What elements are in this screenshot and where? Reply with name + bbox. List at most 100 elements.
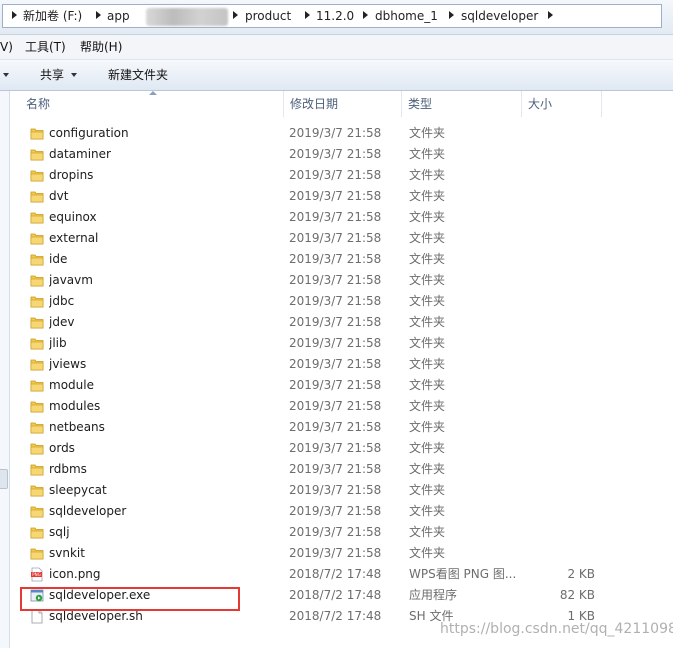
file-size xyxy=(524,396,595,417)
menu-tools[interactable]: 工具(T) xyxy=(25,40,66,54)
file-size xyxy=(524,438,595,459)
file-row[interactable]: dvt 2019/3/7 21:58 文件夹 xyxy=(10,186,673,207)
file-date: 2019/3/7 21:58 xyxy=(289,483,382,497)
folder-icon xyxy=(30,483,44,498)
file-date: 2019/3/7 21:58 xyxy=(289,147,382,161)
column-header: 名称 修改日期 类型 大小 xyxy=(10,91,673,117)
file-type: 文件夹 xyxy=(409,252,446,266)
file-name: ide xyxy=(49,252,68,266)
png-file-icon: PNG xyxy=(30,567,44,582)
column-name[interactable]: 名称 xyxy=(20,91,284,117)
crumb-dbhome[interactable]: dbhome_1 xyxy=(375,8,438,24)
chevron-right-icon[interactable] xyxy=(363,11,368,19)
chevron-down-icon[interactable] xyxy=(71,73,77,77)
file-size xyxy=(524,123,595,144)
file-date: 2018/7/2 17:48 xyxy=(289,567,382,581)
file-date: 2019/3/7 21:58 xyxy=(289,441,382,455)
folder-icon xyxy=(30,315,44,330)
menu-view-partial[interactable]: V) xyxy=(0,40,13,54)
chevron-right-icon[interactable] xyxy=(305,11,310,19)
crumb-app[interactable]: app xyxy=(107,8,130,24)
column-type[interactable]: 类型 xyxy=(402,91,522,117)
folder-icon xyxy=(30,462,44,477)
navigation-pane[interactable] xyxy=(0,91,10,648)
file-date: 2018/7/2 17:48 xyxy=(289,609,382,623)
file-type: 文件夹 xyxy=(409,483,446,497)
folder-icon xyxy=(30,210,44,225)
folder-icon xyxy=(30,252,44,267)
crumb-drive[interactable]: 新加卷 (F:) xyxy=(23,8,82,24)
chevron-right-icon[interactable] xyxy=(12,11,17,19)
breadcrumb[interactable]: 新加卷 (F:) app product 11.2.0 dbhome_1 sql… xyxy=(2,4,662,28)
file-row[interactable]: module 2019/3/7 21:58 文件夹 xyxy=(10,375,673,396)
menu-help[interactable]: 帮助(H) xyxy=(80,40,122,54)
file-size: 82 KB xyxy=(559,588,595,602)
folder-icon xyxy=(30,357,44,372)
file-name: svnkit xyxy=(49,546,85,560)
file-row[interactable]: sqlj 2019/3/7 21:58 文件夹 xyxy=(10,522,673,543)
file-row[interactable]: jlib 2019/3/7 21:58 文件夹 xyxy=(10,333,673,354)
folder-icon xyxy=(30,231,44,246)
file-row[interactable]: rdbms 2019/3/7 21:58 文件夹 xyxy=(10,459,673,480)
chevron-right-icon[interactable] xyxy=(548,11,553,19)
file-size xyxy=(524,459,595,480)
file-size xyxy=(524,165,595,186)
file-row[interactable]: ords 2019/3/7 21:58 文件夹 xyxy=(10,438,673,459)
folder-icon xyxy=(30,420,44,435)
file-size xyxy=(524,543,595,564)
column-size[interactable]: 大小 xyxy=(522,91,602,117)
file-size xyxy=(524,144,595,165)
file-size xyxy=(524,228,595,249)
folder-icon xyxy=(30,504,44,519)
file-type: 文件夹 xyxy=(409,462,446,476)
file-row[interactable]: PNG icon.png 2018/7/2 17:48 WPS看图 PNG 图... 2… xyxy=(10,564,673,585)
file-type: 文件夹 xyxy=(409,504,446,518)
file-row[interactable]: jviews 2019/3/7 21:58 文件夹 xyxy=(10,354,673,375)
file-row[interactable]: equinox 2019/3/7 21:58 文件夹 xyxy=(10,207,673,228)
file-row[interactable]: svnkit 2019/3/7 21:58 文件夹 xyxy=(10,543,673,564)
file-row[interactable]: dataminer 2019/3/7 21:58 文件夹 xyxy=(10,144,673,165)
chevron-right-icon[interactable] xyxy=(233,11,238,19)
chevron-right-icon[interactable] xyxy=(96,11,101,19)
folder-icon xyxy=(30,168,44,183)
file-name: external xyxy=(49,231,99,245)
file-row[interactable]: configuration 2019/3/7 21:58 文件夹 xyxy=(10,123,673,144)
file-type: 文件夹 xyxy=(409,294,446,308)
column-date[interactable]: 修改日期 xyxy=(284,91,402,117)
folder-icon xyxy=(30,441,44,456)
file-row[interactable]: modules 2019/3/7 21:58 文件夹 xyxy=(10,396,673,417)
file-row[interactable]: javavm 2019/3/7 21:58 文件夹 xyxy=(10,270,673,291)
chevron-down-icon[interactable] xyxy=(3,73,9,77)
nav-scrollbar-thumb[interactable] xyxy=(0,469,8,489)
file-row[interactable]: ide 2019/3/7 21:58 文件夹 xyxy=(10,249,673,270)
file-row[interactable]: sqldeveloper 2019/3/7 21:58 文件夹 xyxy=(10,501,673,522)
new-folder-button[interactable]: 新建文件夹 xyxy=(108,68,168,82)
chevron-right-icon[interactable] xyxy=(449,11,454,19)
file-date: 2019/3/7 21:58 xyxy=(289,315,382,329)
crumb-product[interactable]: product xyxy=(245,8,291,24)
folder-icon xyxy=(30,546,44,561)
file-row[interactable]: netbeans 2019/3/7 21:58 文件夹 xyxy=(10,417,673,438)
file-row[interactable]: external 2019/3/7 21:58 文件夹 xyxy=(10,228,673,249)
file-row[interactable]: jdbc 2019/3/7 21:58 文件夹 xyxy=(10,291,673,312)
crumb-sqldeveloper[interactable]: sqldeveloper xyxy=(461,8,538,24)
folder-icon xyxy=(30,189,44,204)
file-date: 2019/3/7 21:58 xyxy=(289,336,382,350)
redacted-crumb xyxy=(146,8,228,26)
share-button[interactable]: 共享 xyxy=(40,68,64,82)
folder-icon xyxy=(30,378,44,393)
file-name: equinox xyxy=(49,210,97,224)
file-name: jdbc xyxy=(49,294,75,308)
file-name: javavm xyxy=(49,273,93,287)
file-row[interactable]: jdev 2019/3/7 21:58 文件夹 xyxy=(10,312,673,333)
file-type: WPS看图 PNG 图... xyxy=(409,567,517,581)
file-size xyxy=(524,417,595,438)
crumb-version[interactable]: 11.2.0 xyxy=(316,8,354,24)
watermark: https://blog.csdn.net/qq_42110985 xyxy=(440,621,673,637)
file-row[interactable]: dropins 2019/3/7 21:58 文件夹 xyxy=(10,165,673,186)
file-size xyxy=(524,312,595,333)
file-type: 文件夹 xyxy=(409,336,446,350)
file-name: module xyxy=(49,378,94,392)
file-type: 应用程序 xyxy=(409,588,458,602)
file-row[interactable]: sleepycat 2019/3/7 21:58 文件夹 xyxy=(10,480,673,501)
